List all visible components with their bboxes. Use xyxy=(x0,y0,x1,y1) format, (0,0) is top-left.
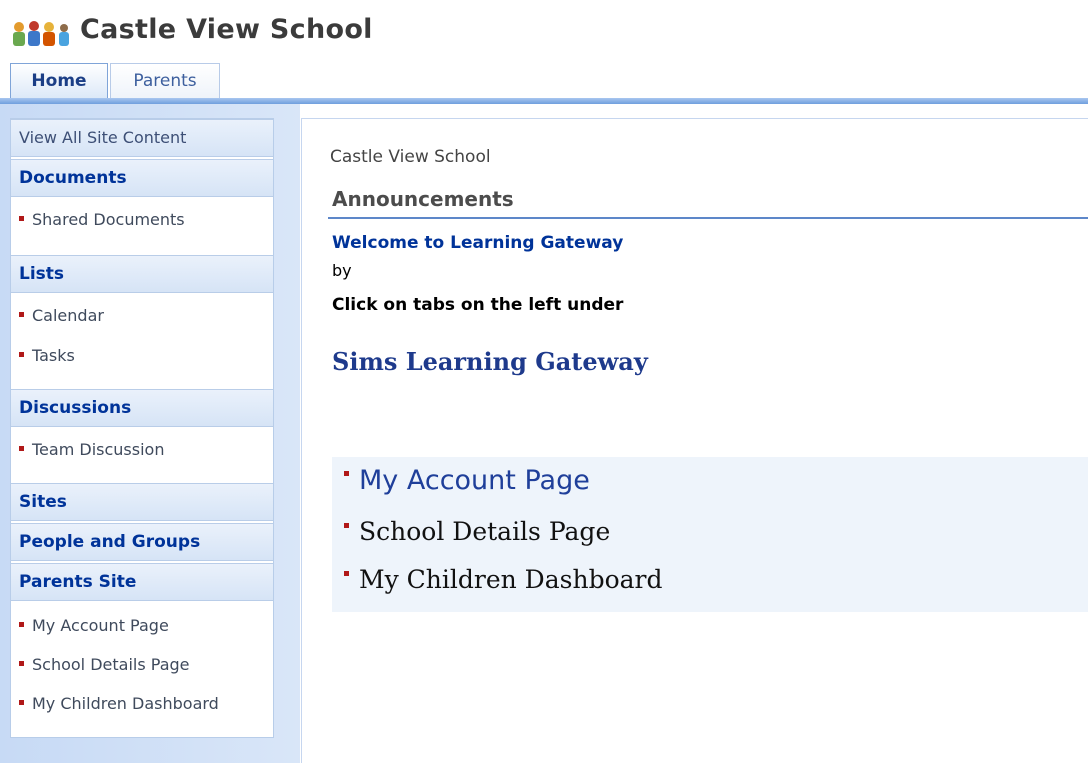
page-title: Castle View School xyxy=(330,147,491,167)
ql-section-lists[interactable]: Lists xyxy=(11,255,273,293)
view-all-site-content-link[interactable]: View All Site Content xyxy=(11,119,273,157)
ql-section-documents[interactable]: Documents xyxy=(11,159,273,197)
bullet-icon xyxy=(19,661,24,666)
bullet-icon xyxy=(19,700,24,705)
ql-section-parents-site[interactable]: Parents Site xyxy=(11,563,273,601)
quick-launch: View All Site Content Documents Shared D… xyxy=(10,118,274,738)
ql-item-label: My Account Page xyxy=(32,616,169,635)
top-nav-tabs: Home Parents xyxy=(0,60,1088,104)
site-header: Castle View School xyxy=(0,0,1088,60)
ql-item-calendar[interactable]: Calendar xyxy=(11,301,273,331)
ql-item-tasks[interactable]: Tasks xyxy=(11,341,273,371)
ql-section-discussions[interactable]: Discussions xyxy=(11,389,273,427)
ql-item-label: School Details Page xyxy=(32,655,190,674)
bullet-icon xyxy=(19,352,24,357)
tab-home[interactable]: Home xyxy=(10,63,108,99)
bullet-icon xyxy=(344,571,349,576)
announcements-title[interactable]: Announcements xyxy=(332,187,514,211)
ql-item-my-account-page[interactable]: My Account Page xyxy=(11,611,273,641)
tab-parents[interactable]: Parents xyxy=(110,63,220,99)
bullet-icon xyxy=(19,216,24,221)
link-my-account-page[interactable]: My Account Page xyxy=(344,465,590,496)
ql-item-label: My Children Dashboard xyxy=(32,694,219,713)
ql-item-my-children-dashboard[interactable]: My Children Dashboard xyxy=(11,689,273,719)
ql-item-school-details-page[interactable]: School Details Page xyxy=(11,650,273,680)
ql-item-label: Calendar xyxy=(32,306,104,325)
bullet-icon xyxy=(19,312,24,317)
announcement-author: by xyxy=(332,261,352,280)
announcement-heading: Sims Learning Gateway xyxy=(332,347,648,376)
bullet-icon xyxy=(344,471,349,476)
people-group-icon xyxy=(13,21,69,46)
ql-item-label: Tasks xyxy=(32,346,75,365)
announcements-divider xyxy=(328,217,1088,219)
link-my-children-dashboard[interactable]: My Children Dashboard xyxy=(344,565,662,594)
ql-item-shared-documents[interactable]: Shared Documents xyxy=(11,205,273,235)
site-title[interactable]: Castle View School xyxy=(80,14,373,45)
main-content: Castle View School Announcements Welcome… xyxy=(301,118,1088,763)
ql-section-sites[interactable]: Sites xyxy=(11,483,273,521)
ql-item-team-discussion[interactable]: Team Discussion xyxy=(11,435,273,465)
bullet-icon xyxy=(344,523,349,528)
bullet-icon xyxy=(19,622,24,627)
ql-item-label: Team Discussion xyxy=(32,440,165,459)
link-label: My Children Dashboard xyxy=(359,565,663,594)
quick-links-panel: My Account Page School Details Page My C… xyxy=(332,457,1088,612)
ql-section-people-and-groups[interactable]: People and Groups xyxy=(11,523,273,561)
link-label: My Account Page xyxy=(359,465,590,496)
announcement-item-link[interactable]: Welcome to Learning Gateway xyxy=(332,233,623,253)
link-school-details-page[interactable]: School Details Page xyxy=(344,517,610,546)
bullet-icon xyxy=(19,446,24,451)
link-label: School Details Page xyxy=(359,517,611,546)
announcement-body: Click on tabs on the left under xyxy=(332,295,624,315)
ql-item-label: Shared Documents xyxy=(32,210,185,229)
